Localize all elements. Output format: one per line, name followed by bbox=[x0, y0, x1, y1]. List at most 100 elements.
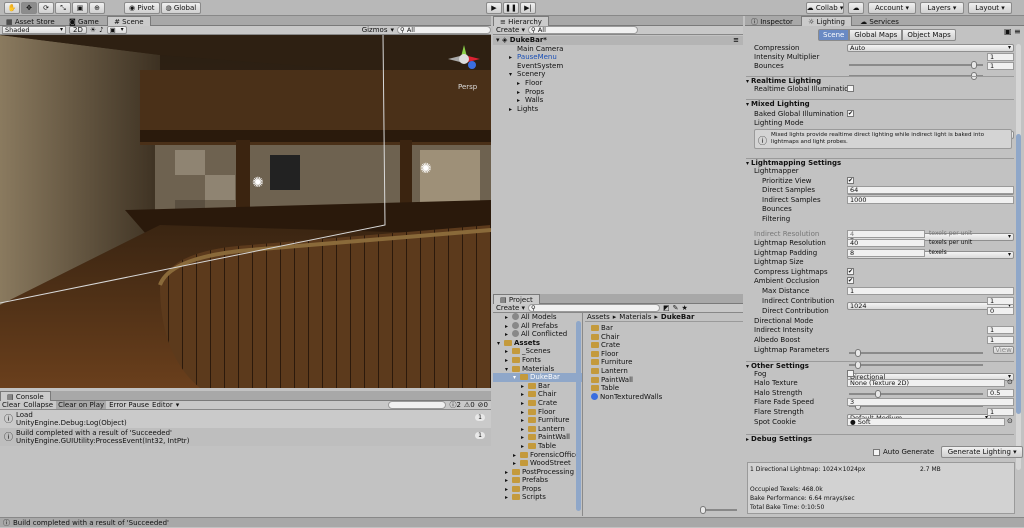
expand-arrow-icon[interactable]: ▸ bbox=[509, 106, 517, 115]
project-tree-item[interactable]: ▸ Chair bbox=[493, 390, 582, 399]
editor-dropdown[interactable]: Editor bbox=[152, 401, 173, 409]
icon-size-slider[interactable] bbox=[700, 506, 737, 514]
asset-item[interactable]: Bar bbox=[591, 324, 743, 333]
tab-asset-store[interactable]: ▦ Asset Store bbox=[0, 17, 61, 27]
asset-item[interactable]: Floor bbox=[591, 350, 743, 359]
expand-arrow-icon[interactable]: ▾ bbox=[513, 374, 520, 383]
collab-button[interactable]: ☁ Collab ▾ bbox=[806, 2, 844, 14]
slider-knob[interactable] bbox=[700, 506, 706, 514]
tab-console[interactable]: ▤ Console bbox=[0, 391, 51, 401]
project-tree-item[interactable]: ▸ Table bbox=[493, 442, 582, 451]
project-tree-item[interactable]: ▸ Lantern bbox=[493, 425, 582, 434]
section-header[interactable]: ▾ Realtime Lighting bbox=[746, 76, 1014, 85]
project-create-button[interactable]: Create ▾ bbox=[496, 304, 525, 312]
rotate-tool-icon[interactable]: ⟳ bbox=[38, 2, 54, 14]
collapse-button[interactable]: Collapse bbox=[23, 401, 53, 409]
object-picker-icon[interactable]: ⊙ bbox=[1007, 417, 1013, 425]
project-tree-item[interactable]: ▸ Props bbox=[493, 485, 582, 494]
scene-viewport[interactable]: ✺ ✺ Persp bbox=[0, 35, 491, 388]
move-tool-icon[interactable]: ✥ bbox=[21, 2, 37, 14]
tab-game[interactable]: ◙ Game bbox=[63, 17, 105, 27]
setting-field[interactable]: 40 bbox=[847, 239, 925, 247]
transform-tool-icon[interactable]: ⊕ bbox=[89, 2, 105, 14]
account-button[interactable]: Account ▾ bbox=[868, 2, 916, 14]
expand-arrow-icon[interactable]: ▾ bbox=[497, 340, 504, 349]
favorite-star-icon[interactable]: ★ bbox=[682, 304, 688, 312]
lighting-menu-icon[interactable]: ≡ bbox=[1014, 27, 1021, 36]
setting-field[interactable]: 8 bbox=[847, 249, 925, 257]
section-header[interactable]: ▾ Other Settings bbox=[746, 361, 1014, 370]
setting-slider[interactable] bbox=[849, 61, 983, 69]
project-tree-item[interactable]: ▸ _Scenes bbox=[493, 347, 582, 356]
rect-tool-icon[interactable]: ▣ bbox=[72, 2, 88, 14]
project-tree-item[interactable]: ▾ DukeBar bbox=[493, 373, 582, 382]
setting-checkbox[interactable]: ✔ bbox=[847, 268, 854, 275]
effects-dropdown[interactable]: ▣ bbox=[106, 26, 127, 34]
slider-value-field[interactable]: 1 bbox=[987, 297, 1014, 305]
hierarchy-item[interactable]: ▾ Scenery bbox=[493, 70, 743, 79]
layout-button[interactable]: Layout ▾ bbox=[968, 2, 1012, 14]
filter-type-icon[interactable]: ◩ bbox=[663, 304, 670, 312]
project-tree-item[interactable]: ▸ Bar bbox=[493, 382, 582, 391]
hierarchy-item[interactable]: Main Camera bbox=[493, 45, 743, 54]
global-button[interactable]: ◍ Global bbox=[160, 2, 202, 14]
subtab-global-maps[interactable]: Global Maps bbox=[849, 29, 903, 41]
asset-item[interactable]: PaintWall bbox=[591, 376, 743, 385]
clear-button[interactable]: Clear bbox=[2, 401, 20, 409]
scale-tool-icon[interactable]: ⤡ bbox=[55, 2, 71, 14]
setting-slider[interactable] bbox=[849, 390, 983, 398]
hierarchy-create-button[interactable]: Create ▾ bbox=[496, 26, 525, 34]
hand-tool-icon[interactable]: ✋ bbox=[4, 2, 20, 14]
asset-item[interactable]: Table bbox=[591, 384, 743, 393]
breadcrumb-item[interactable]: Materials bbox=[619, 313, 651, 321]
pivot-button[interactable]: ◉ Pivot bbox=[124, 2, 160, 14]
scrollbar-thumb[interactable] bbox=[1016, 134, 1021, 414]
subtab-scene[interactable]: Scene bbox=[818, 29, 850, 41]
hierarchy-item[interactable]: ▸ PauseMenu bbox=[493, 53, 743, 62]
slider-value-field[interactable]: 0.5 bbox=[987, 389, 1014, 397]
lighting-toggle-icon[interactable]: ☀ bbox=[90, 26, 96, 34]
hierarchy-item[interactable]: ▸ Walls bbox=[493, 96, 743, 105]
section-header[interactable]: ▸ Debug Settings bbox=[746, 434, 1014, 443]
setting-checkbox[interactable]: ✔ bbox=[847, 277, 854, 284]
console-search-input[interactable] bbox=[388, 401, 447, 409]
expand-arrow-icon[interactable]: ▾ bbox=[505, 366, 512, 375]
services-cloud-icon[interactable]: ☁ bbox=[848, 2, 864, 14]
project-search-input[interactable]: ⚲ bbox=[528, 304, 661, 312]
light-gizmo-icon[interactable]: ✺ bbox=[252, 175, 264, 191]
project-tree-item[interactable]: ▸ WoodStreet bbox=[493, 459, 582, 468]
slider-value-field[interactable]: 1 bbox=[987, 62, 1014, 70]
breadcrumb-item[interactable]: DukeBar bbox=[661, 313, 695, 321]
view-params-button[interactable]: View bbox=[993, 346, 1014, 354]
asset-item[interactable]: Lantern bbox=[591, 367, 743, 376]
project-tree-item[interactable]: ▸ Scripts bbox=[493, 493, 582, 502]
subtab-object-maps[interactable]: Object Maps bbox=[902, 29, 956, 41]
clear-on-play-toggle[interactable]: Clear on Play bbox=[56, 401, 107, 409]
pause-button[interactable]: ❚❚ bbox=[503, 2, 519, 14]
project-tree-item[interactable]: ▸ ForensicOffice bbox=[493, 451, 582, 460]
object-field[interactable]: ● Soft bbox=[847, 418, 1005, 426]
project-tree-item[interactable]: ▸ Crate bbox=[493, 399, 582, 408]
tab-inspector[interactable]: ⓘ Inspector bbox=[745, 17, 799, 27]
asset-item[interactable]: Crate bbox=[591, 341, 743, 350]
auto-generate-checkbox[interactable] bbox=[873, 448, 880, 456]
slider-knob[interactable] bbox=[970, 61, 977, 69]
project-tree-item[interactable]: ▸ PaintWall bbox=[493, 433, 582, 442]
error-count-toggle[interactable]: ⊘0 bbox=[478, 401, 488, 409]
tab-project[interactable]: ▤ Project bbox=[493, 294, 540, 304]
project-tree-item[interactable]: ▸ All Conflicted bbox=[493, 330, 582, 339]
lighting-help-icon[interactable]: ▣ bbox=[1004, 27, 1012, 36]
scene-search-input[interactable]: ⚲ All bbox=[397, 26, 491, 34]
project-tree-item[interactable]: ▸ All Prefabs bbox=[493, 321, 582, 331]
setting-checkbox[interactable]: ✔ bbox=[847, 110, 854, 117]
warning-count-toggle[interactable]: ⚠0 bbox=[464, 401, 475, 409]
audio-toggle-icon[interactable]: ♪ bbox=[99, 26, 103, 34]
object-field[interactable]: None (Texture 2D) bbox=[847, 379, 1005, 387]
setting-field[interactable]: 1 bbox=[847, 287, 1014, 295]
expand-arrow-icon[interactable]: ▸ bbox=[505, 494, 512, 503]
slider-value-field[interactable]: 0 bbox=[987, 307, 1014, 315]
step-button[interactable]: ▶| bbox=[520, 2, 536, 14]
section-header[interactable]: ▾ Lightmapping Settings bbox=[746, 158, 1014, 167]
hierarchy-item[interactable]: EventSystem bbox=[493, 62, 743, 71]
project-tree-item[interactable]: ▾ Materials bbox=[493, 365, 582, 374]
